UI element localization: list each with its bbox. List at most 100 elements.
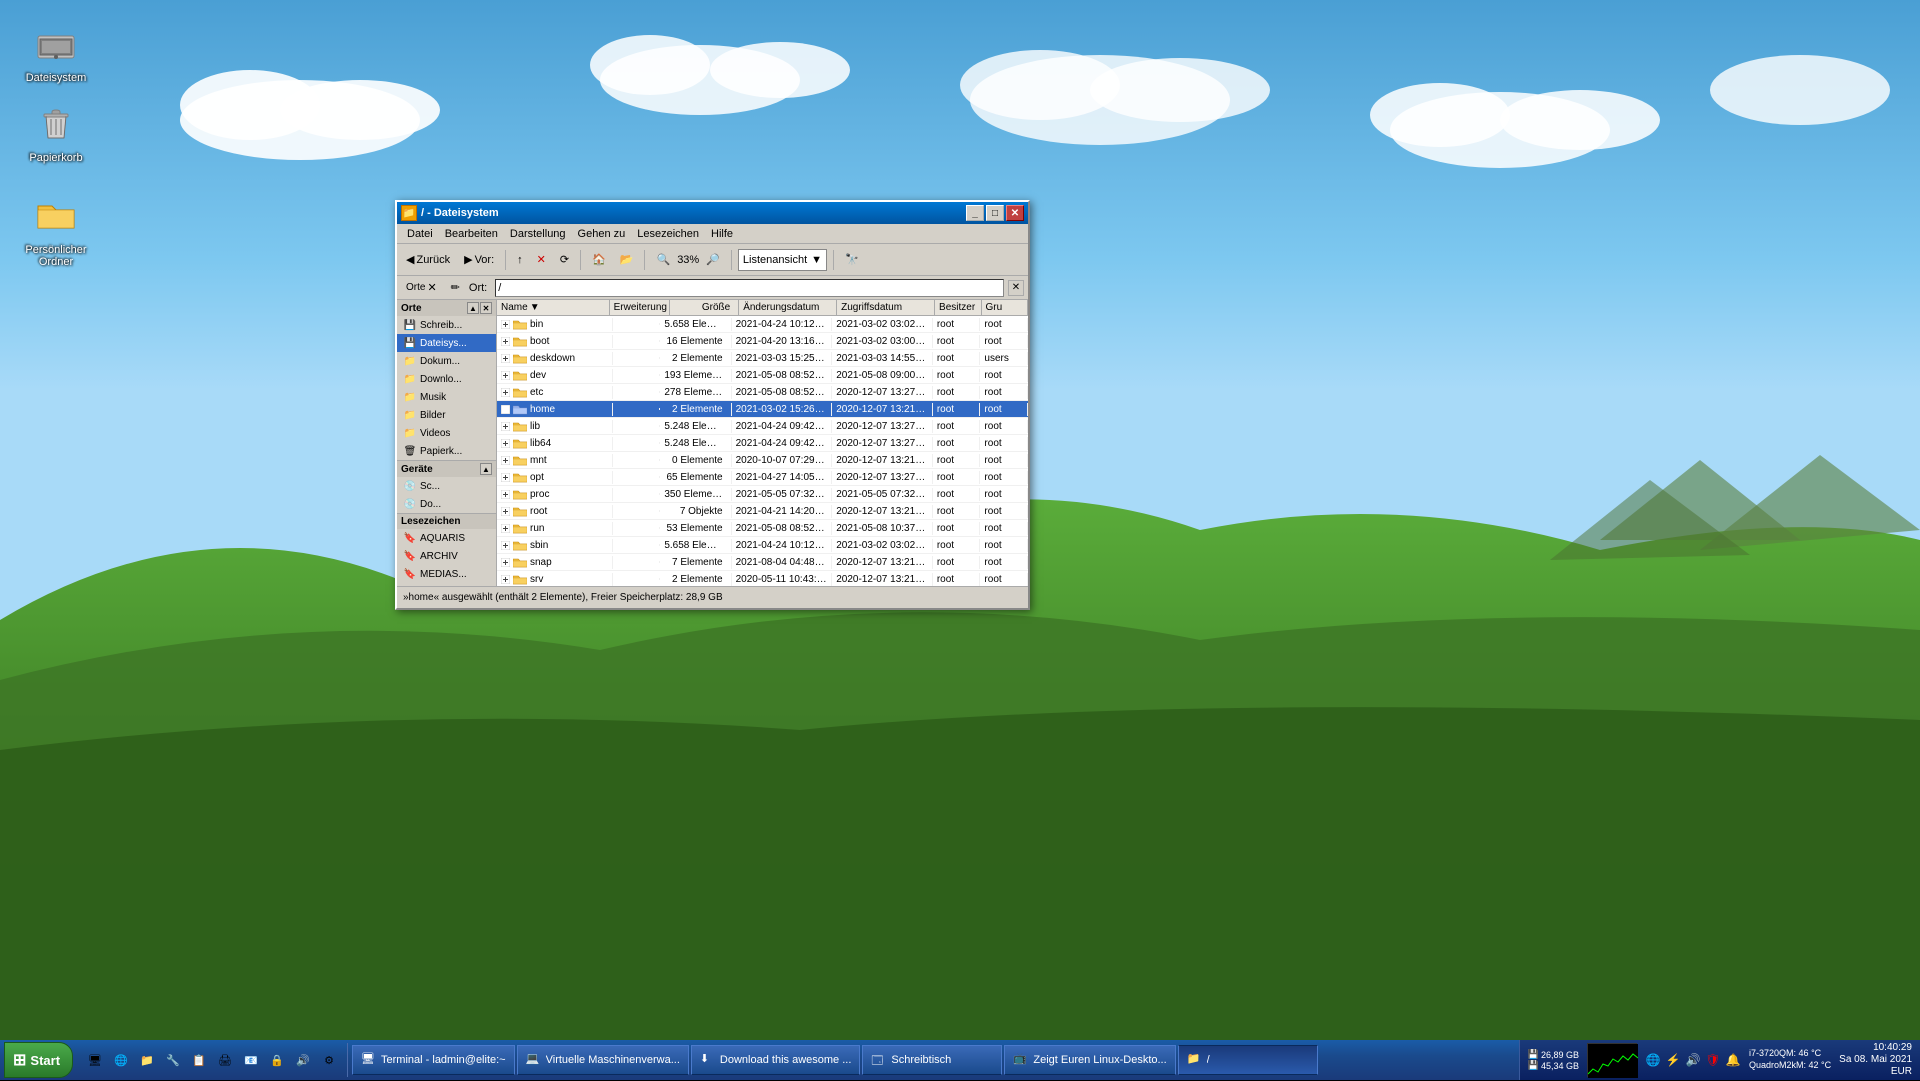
edit-location-button[interactable]: ✏ <box>446 278 465 298</box>
ql-item8[interactable]: 🔒 <box>265 1048 289 1072</box>
tray-update-icon[interactable]: 🔔 <box>1725 1052 1741 1068</box>
desktop-icon-papierkorb[interactable]: Papierkorb <box>16 100 96 164</box>
file-row[interactable]: mnt 0 Elemente 2020-10-07 07:29:57 2020-… <box>497 452 1028 469</box>
minimize-button[interactable]: _ <box>966 205 984 221</box>
ql-item10[interactable]: ⚙ <box>317 1048 341 1072</box>
taskbar-terminal[interactable]: 🖥 Terminal - ladmin@elite:~ <box>352 1045 515 1075</box>
tray-audio-icon[interactable]: 🔊 <box>1685 1052 1701 1068</box>
col-header-group[interactable]: Gru <box>982 300 1028 315</box>
menu-darstellung[interactable]: Darstellung <box>504 226 572 242</box>
ql-folder[interactable]: 📁 <box>135 1048 159 1072</box>
location-clear-button[interactable]: ✕ <box>1008 280 1024 296</box>
file-cell-modified: 2021-04-24 09:42:19 <box>732 420 833 433</box>
sidebar-item-dokumente[interactable]: 📁 Dokum... <box>397 352 496 370</box>
sidebar-item-bilder[interactable]: 📁 Bilder <box>397 406 496 424</box>
col-header-modified[interactable]: Änderungsdatum <box>739 300 837 315</box>
papierkorb-label: Papierkorb <box>29 152 82 164</box>
sidebar-bookmark-archiv[interactable]: 🔖 ARCHIV <box>397 547 496 565</box>
file-row[interactable]: opt 65 Elemente 2021-04-27 14:05:02 2020… <box>497 469 1028 486</box>
bookmark-router-icon: 🔖 <box>403 585 417 586</box>
places-expand-button[interactable]: ▲ <box>467 302 479 314</box>
file-row[interactable]: bin 5.658 Elemente 2021-04-24 10:12:38 2… <box>497 316 1028 333</box>
col-header-name[interactable]: Name ▼ <box>497 300 610 315</box>
tray-network-icon[interactable]: 🌐 <box>1645 1052 1661 1068</box>
taskbar-download[interactable]: ⬇ Download this awesome ... <box>691 1045 860 1075</box>
ql-item7[interactable]: 📧 <box>239 1048 263 1072</box>
ql-show-desktop[interactable]: 🖥 <box>83 1048 107 1072</box>
file-row[interactable]: home 2 Elemente 2021-03-02 15:26:20 2020… <box>497 401 1028 418</box>
file-row[interactable]: dev 193 Elemente 2021-05-08 08:52:40 202… <box>497 367 1028 384</box>
location-input[interactable] <box>495 279 1004 297</box>
file-row[interactable]: proc 350 Elemente 2021-05-05 07:32:00 20… <box>497 486 1028 503</box>
devices-expand-button[interactable]: ▲ <box>480 463 492 475</box>
maximize-button[interactable]: □ <box>986 205 1004 221</box>
file-cell-size: 193 Elemente <box>660 369 731 382</box>
menu-datei[interactable]: Datei <box>401 226 439 242</box>
sidebar-item-device-sc[interactable]: 💿 Sc... <box>397 477 496 495</box>
ql-item4[interactable]: 🔧 <box>161 1048 185 1072</box>
taskbar-vm[interactable]: 💻 Virtuelle Maschinenverwa... <box>517 1045 689 1075</box>
sidebar-item-videos[interactable]: 📁 Videos <box>397 424 496 442</box>
col-header-accessed[interactable]: Zugriffsdatum <box>837 300 935 315</box>
menu-lesezeichen[interactable]: Lesezeichen <box>631 226 705 242</box>
quicklaunch: 🖥 🌐 📁 🔧 📋 🖨 📧 🔒 🔊 ⚙ <box>77 1043 348 1077</box>
col-header-owner[interactable]: Besitzer <box>935 300 981 315</box>
tray-security-icon[interactable]: 🛡 <box>1705 1052 1721 1068</box>
start-button[interactable]: ⊞ Start <box>4 1042 73 1078</box>
file-cell-accessed: 2020-12-07 13:21:44 <box>832 556 933 569</box>
taskbar-schreibtisch[interactable]: 🗔 Schreibtisch <box>862 1045 1002 1075</box>
search-button[interactable]: 🔭 <box>840 250 864 269</box>
sidebar-item-downloads[interactable]: 📁 Downlo... <box>397 370 496 388</box>
file-row[interactable]: snap 7 Elemente 2021-08-04 04:48:04 2020… <box>497 554 1028 571</box>
ql-item6[interactable]: 🖨 <box>213 1048 237 1072</box>
sidebar-bookmark-aquaris[interactable]: 🔖 AQUARIS <box>397 529 496 547</box>
sidebar-item-musik[interactable]: 📁 Musik <box>397 388 496 406</box>
sidebar-bookmark-router[interactable]: 🔖 ROUTER <box>397 583 496 586</box>
sidebar-bookmark-medias[interactable]: 🔖 MEDIAS... <box>397 565 496 583</box>
file-cell-name: bin <box>497 318 613 331</box>
zoom-in-button[interactable]: 🔎 <box>701 250 725 269</box>
sidebar-item-schreibtisch[interactable]: 💾 Schreib... <box>397 316 496 334</box>
location-label: Ort: <box>469 282 487 294</box>
reload-button[interactable]: ⟳ <box>555 250 574 269</box>
ql-item5[interactable]: 📋 <box>187 1048 211 1072</box>
file-row[interactable]: lib 5.248 Elemente 2021-04-24 09:42:19 2… <box>497 418 1028 435</box>
desktop-icon-personal-folder[interactable]: Persönlicher Ordner <box>16 192 96 268</box>
sidebar-item-dateisystem[interactable]: 💾 Dateisys... <box>397 334 496 352</box>
up-button[interactable]: ↑ <box>512 251 528 269</box>
file-row[interactable]: etc 278 Elemente 2021-05-08 08:52:48 202… <box>497 384 1028 401</box>
clock-widget[interactable]: 10:40:29 Sa 08. Mai 2021 EUR <box>1839 1042 1912 1078</box>
file-row[interactable]: lib64 5.248 Elemente 2021-04-24 09:42:19… <box>497 435 1028 452</box>
taskbar-filemanager[interactable]: 📁 / <box>1178 1045 1318 1075</box>
file-cell-modified: 2020-05-11 10:43:31 <box>732 573 833 586</box>
desktop-icon-dateisystem[interactable]: Dateisystem <box>16 20 96 84</box>
ql-item9[interactable]: 🔊 <box>291 1048 315 1072</box>
file-cell-group: root <box>980 539 1028 552</box>
ql-browser[interactable]: 🌐 <box>109 1048 133 1072</box>
file-row[interactable]: boot 16 Elemente 2021-04-20 13:16:09 202… <box>497 333 1028 350</box>
file-row[interactable]: deskdown 2 Elemente 2021-03-03 15:25:48 … <box>497 350 1028 367</box>
stop-button[interactable]: ✕ <box>532 250 551 269</box>
file-row[interactable]: root 7 Objekte 2021-04-21 14:20:34 2020-… <box>497 503 1028 520</box>
places-toggle-button[interactable]: Orte ✕ <box>401 278 442 298</box>
view-dropdown[interactable]: Listenansicht ▼ <box>738 249 827 271</box>
close-button[interactable]: ✕ <box>1006 205 1024 221</box>
file-row[interactable]: sbin 5.658 Elemente 2021-04-24 10:12:38 … <box>497 537 1028 554</box>
menu-hilfe[interactable]: Hilfe <box>705 226 739 242</box>
menu-bearbeiten[interactable]: Bearbeiten <box>439 226 504 242</box>
file-list-container[interactable]: Name ▼ Erweiterung Größe Änderungsdatum … <box>497 300 1028 586</box>
col-header-size[interactable]: Größe <box>670 300 740 315</box>
sidebar-item-device-do[interactable]: 💿 Do... <box>397 495 496 513</box>
menu-gehen-zu[interactable]: Gehen zu <box>572 226 632 242</box>
tray-power-icon[interactable]: ⚡ <box>1665 1052 1681 1068</box>
taskbar-zeigt[interactable]: 📺 Zeigt Euren Linux-Deskto... <box>1004 1045 1175 1075</box>
file-row[interactable]: run 53 Elemente 2021-05-08 08:52:42 2021… <box>497 520 1028 537</box>
home-button[interactable]: 🏠 <box>587 250 611 269</box>
open-button[interactable]: 📂 <box>615 250 639 269</box>
zoom-out-button[interactable]: 🔍 <box>651 250 675 269</box>
back-button[interactable]: ◀ Zurück <box>401 250 455 269</box>
col-header-ext[interactable]: Erweiterung <box>610 300 670 315</box>
sidebar-item-papierkorb[interactable]: 🗑 Papierk... <box>397 442 496 460</box>
places-menu-button[interactable]: ✕ <box>480 302 492 314</box>
file-row[interactable]: srv 2 Elemente 2020-05-11 10:43:31 2020-… <box>497 571 1028 586</box>
